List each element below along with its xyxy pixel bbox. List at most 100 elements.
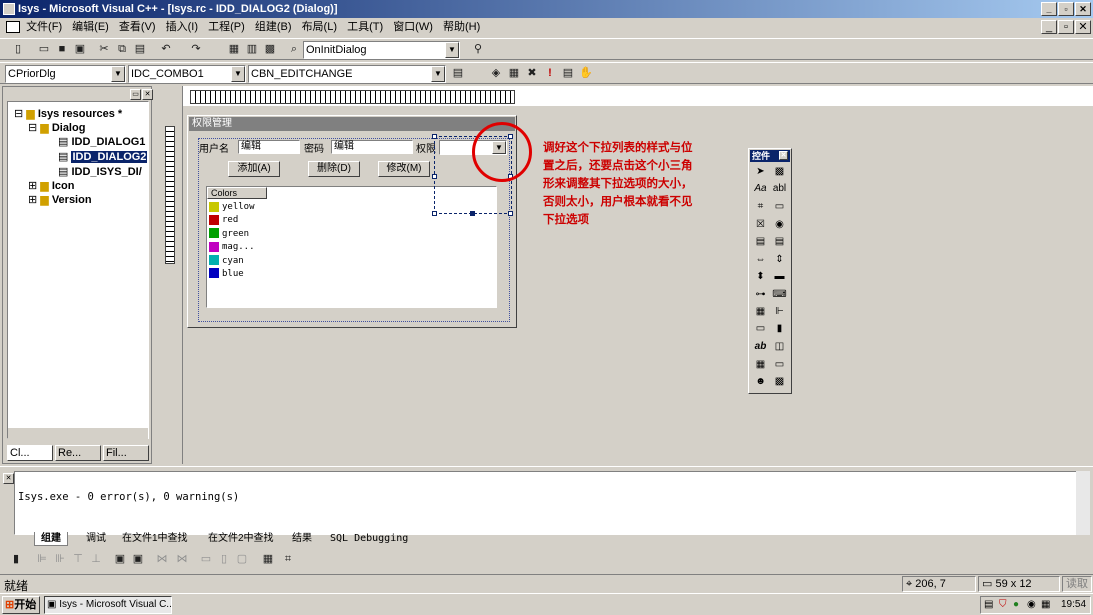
ip-address-icon[interactable]: ▭ xyxy=(771,357,788,374)
new-file-icon[interactable]: ▯ xyxy=(10,41,26,57)
resize-handle[interactable] xyxy=(432,211,437,216)
tree-version-folder[interactable]: ⊞ ▆ Version xyxy=(28,194,92,207)
same-width-icon[interactable]: ▭ xyxy=(198,551,214,567)
extended-combo-icon[interactable]: ▩ xyxy=(771,374,788,391)
menu-tools[interactable]: 工具(T) xyxy=(347,21,383,33)
list-item[interactable]: red xyxy=(209,214,409,227)
combo-box-icon[interactable]: ▤ xyxy=(752,234,769,251)
radio-icon[interactable]: ◉ xyxy=(771,217,788,234)
menu-layout[interactable]: 布局(L) xyxy=(302,21,337,33)
tab-classview[interactable]: Cl... xyxy=(7,445,53,461)
group-box-icon[interactable]: ⌗ xyxy=(752,199,769,216)
doc-minimize-button[interactable]: _ xyxy=(1041,20,1057,34)
find-icon[interactable]: ⚲ xyxy=(470,41,486,57)
center-vertical-icon[interactable]: ▣ xyxy=(112,551,128,567)
redo-icon[interactable]: ↷ xyxy=(188,41,204,57)
resize-handle[interactable] xyxy=(508,211,513,216)
stop-build-icon[interactable]: ✖ xyxy=(524,65,540,81)
tab-sql-debugging[interactable]: SQL Debugging xyxy=(326,532,412,545)
chevron-down-icon[interactable]: ▼ xyxy=(445,42,459,58)
resize-handle[interactable] xyxy=(432,134,437,139)
grid-icon[interactable]: ▦ xyxy=(260,551,276,567)
animate-icon[interactable]: ▮ xyxy=(771,321,788,338)
align-bottom-icon[interactable]: ⊥ xyxy=(88,551,104,567)
hscroll-icon[interactable]: ⇔ xyxy=(752,252,769,269)
resize-handle[interactable] xyxy=(432,174,437,179)
tab-find2[interactable]: 在文件2中查找 xyxy=(204,532,278,545)
edit-box-icon[interactable]: abl xyxy=(771,181,788,198)
workspace-icon[interactable]: ▦ xyxy=(226,41,242,57)
add-button[interactable]: 添加(A) xyxy=(228,161,280,177)
space-down-icon[interactable]: ⋈ xyxy=(174,551,190,567)
doc-close-button[interactable]: ✕ xyxy=(1075,20,1091,34)
tree-dialog1[interactable]: ▤ IDD_DIALOG1 xyxy=(58,136,145,149)
antivirus-icon[interactable]: ● xyxy=(1013,597,1019,613)
hotkey-icon[interactable]: ⌨ xyxy=(771,287,788,304)
picture-icon[interactable]: ▩ xyxy=(771,164,788,181)
list-box-icon[interactable]: ▤ xyxy=(771,234,788,251)
go-icon[interactable]: ▤ xyxy=(560,65,576,81)
rulers-icon[interactable]: ⌗ xyxy=(280,551,296,567)
doc-restore-button[interactable]: ▫ xyxy=(1058,20,1074,34)
cut-icon[interactable]: ✂ xyxy=(96,41,112,57)
tree-dialog-folder[interactable]: ⊟ ▆ Dialog xyxy=(28,122,85,135)
rich-edit-icon[interactable]: ab xyxy=(752,339,769,356)
modify-button[interactable]: 修改(M) xyxy=(378,161,430,177)
close-icon[interactable]: ✕ xyxy=(779,151,788,160)
same-size-icon[interactable]: ▢ xyxy=(234,551,250,567)
edited-dialog[interactable]: 权限管理 用户名 编辑 密码 编辑 权限 ▼ 添加(A) 删除(D) 修改(M)… xyxy=(187,115,517,328)
password-edit[interactable]: 编辑 xyxy=(331,140,413,154)
tab-resourceview[interactable]: Re... xyxy=(55,445,101,461)
input-method-icon[interactable]: ▦ xyxy=(1041,597,1050,613)
align-top-icon[interactable]: ⊤ xyxy=(70,551,86,567)
menu-insert[interactable]: 插入(I) xyxy=(166,21,198,33)
tree-scrollbar[interactable] xyxy=(8,428,148,439)
shield-icon[interactable]: ⛉ xyxy=(999,597,1007,613)
tab-build[interactable]: 组建 xyxy=(34,532,68,546)
message-combo[interactable]: CBN_EDITCHANGE ▼ xyxy=(248,65,446,83)
menu-window[interactable]: 窗口(W) xyxy=(393,21,433,33)
network-icon[interactable]: ▤ xyxy=(984,597,993,613)
build-icon[interactable]: ▦ xyxy=(506,65,522,81)
delete-button[interactable]: 删除(D) xyxy=(308,161,360,177)
tree-control-icon[interactable]: ⊩ xyxy=(771,304,788,321)
sound-icon[interactable]: ◉ xyxy=(1027,597,1036,613)
custom-control-icon[interactable]: ☻ xyxy=(752,374,769,391)
paste-icon[interactable]: ▤ xyxy=(132,41,148,57)
slider-icon[interactable]: ⊶ xyxy=(752,287,769,304)
button-icon[interactable]: ▭ xyxy=(771,199,788,216)
menu-view[interactable]: 查看(V) xyxy=(119,21,156,33)
save-icon[interactable]: ■ xyxy=(54,41,70,57)
save-all-icon[interactable]: ▣ xyxy=(72,41,88,57)
start-button[interactable]: ⊞开始 xyxy=(2,596,40,614)
month-calendar-icon[interactable]: ▦ xyxy=(752,357,769,374)
pointer-icon[interactable]: ➤ xyxy=(752,164,769,181)
space-across-icon[interactable]: ⋈ xyxy=(154,551,170,567)
tab-fileview[interactable]: Fil... xyxy=(103,445,149,461)
tree-icon-folder[interactable]: ⊞ ▆ Icon xyxy=(28,180,74,193)
resize-handle[interactable] xyxy=(470,211,475,216)
output-vscroll[interactable] xyxy=(1076,471,1090,535)
list-item[interactable]: blue xyxy=(209,268,409,281)
maximize-button[interactable]: ▫ xyxy=(1058,2,1074,16)
menu-help[interactable]: 帮助(H) xyxy=(443,21,480,33)
list-item[interactable]: yellow xyxy=(209,201,409,214)
execute-icon[interactable]: ! xyxy=(542,65,558,81)
test-dialog-icon[interactable]: ▮ xyxy=(8,551,24,567)
align-right-icon[interactable]: ⊪ xyxy=(52,551,68,567)
minimize-button[interactable]: _ xyxy=(1041,2,1057,16)
tab-find1[interactable]: 在文件1中查找 xyxy=(118,532,192,545)
menu-project[interactable]: 工程(P) xyxy=(208,21,245,33)
chevron-down-icon[interactable]: ▼ xyxy=(231,66,245,82)
undo-icon[interactable]: ↶ xyxy=(158,41,174,57)
vscroll-icon[interactable]: ⇕ xyxy=(771,252,788,269)
list-item[interactable]: mag... xyxy=(209,241,409,254)
tab-results[interactable]: 结果 xyxy=(288,532,316,545)
open-icon[interactable]: ▭ xyxy=(36,41,52,57)
tree-dialog2[interactable]: ▤ IDD_DIALOG2 xyxy=(58,151,148,164)
compile-icon[interactable]: ◈ xyxy=(488,65,504,81)
tab-control-icon[interactable]: ▭ xyxy=(752,321,769,338)
taskbar-item-vc[interactable]: ▣ Isys - Microsoft Visual C... xyxy=(44,596,172,614)
spin-icon[interactable]: ⬍ xyxy=(752,269,769,286)
copy-icon[interactable]: ⧉ xyxy=(114,41,130,57)
